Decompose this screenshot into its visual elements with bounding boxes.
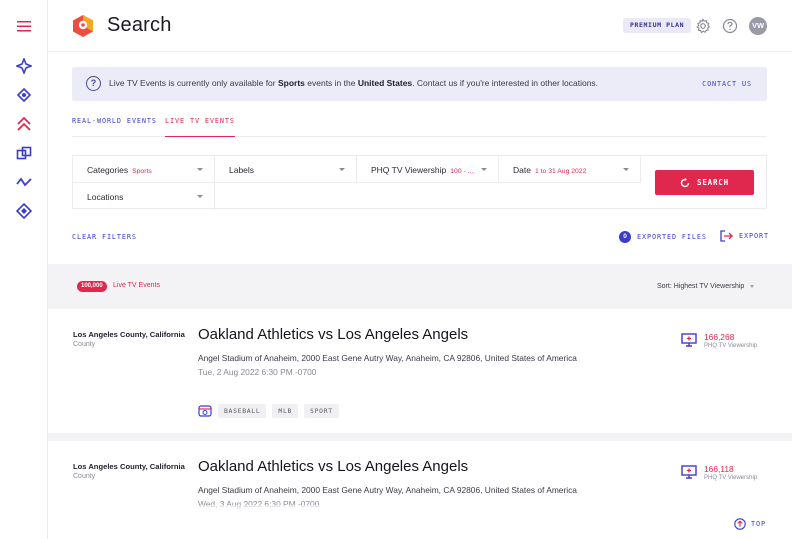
wave-icon[interactable] xyxy=(14,172,34,192)
settings-icon[interactable] xyxy=(695,18,711,34)
layers-icon[interactable] xyxy=(14,143,34,163)
labels-filter-label: Labels xyxy=(229,165,255,175)
export-button[interactable]: EXPORT xyxy=(720,230,769,242)
menu-icon[interactable] xyxy=(14,16,34,36)
labels-filter[interactable]: Labels xyxy=(215,156,357,183)
viewership-filter[interactable]: PHQ TV Viewership 100 - ... xyxy=(357,156,499,183)
result-location: Los Angeles County, California xyxy=(73,462,185,471)
sort-dropdown[interactable]: Sort: Highest TV Viewership xyxy=(657,283,755,290)
sort-label: Sort: Highest TV Viewership xyxy=(657,283,745,290)
avatar[interactable]: VW xyxy=(749,17,767,35)
exported-files-label: EXPORTED FILES xyxy=(637,233,707,241)
bottom-fade xyxy=(48,505,792,539)
app-logo xyxy=(73,15,93,37)
arrow-up-icon xyxy=(734,518,746,530)
filter-panel: Categories Sports Labels PHQ TV Viewershi… xyxy=(72,155,767,210)
export-label: EXPORT xyxy=(739,232,769,240)
back-to-top-label: TOP xyxy=(751,520,766,528)
tab-live-tv-events[interactable]: LIVE TV EVENTS xyxy=(165,117,235,137)
exported-files-link[interactable]: 0 EXPORTED FILES xyxy=(619,231,707,243)
result-tags: BASEBALL MLB SPORT xyxy=(198,404,339,418)
chevron-down-icon xyxy=(481,168,487,171)
results-count-badge: 100,000 xyxy=(77,281,107,292)
contact-us-link[interactable]: CONTACT US xyxy=(702,80,752,88)
page-title: Search xyxy=(107,14,172,36)
back-to-top-button[interactable]: TOP xyxy=(734,518,766,530)
plan-badge: PREMIUM PLAN xyxy=(623,18,692,33)
result-title[interactable]: Oakland Athletics vs Los Angeles Angels xyxy=(198,458,468,475)
result-address: Angel Stadium of Anaheim, 2000 East Gene… xyxy=(198,353,577,363)
tv-icon xyxy=(681,465,697,479)
tag-baseball: BASEBALL xyxy=(218,404,267,418)
search-button-label: SEARCH xyxy=(697,178,729,187)
help-icon[interactable] xyxy=(722,18,738,34)
date-filter-label: Date xyxy=(513,165,531,175)
question-icon: ? xyxy=(86,76,101,91)
date-filter[interactable]: Date 1 to 31 Aug 2022 xyxy=(499,156,641,183)
result-views-label: PHQ TV Viewership xyxy=(704,475,758,481)
result-views-label: PHQ TV Viewership xyxy=(704,343,758,349)
categories-filter-label: Categories xyxy=(87,165,129,175)
chevron-down-icon xyxy=(750,285,755,288)
result-card[interactable]: Los Angeles County, California County Oa… xyxy=(48,309,792,433)
top-header: Search PREMIUM PLAN VW xyxy=(48,0,792,52)
chevron-down-icon xyxy=(623,168,629,171)
result-location-type: County xyxy=(73,473,96,480)
tab-bar: REAL-WORLD EVENTS LIVE TV EVENTS xyxy=(72,112,767,137)
chevrons-up-icon[interactable] xyxy=(14,114,34,134)
viewership-filter-value: 100 - ... xyxy=(450,168,474,175)
tv-icon xyxy=(681,333,697,347)
results-count-label: Live TV Events xyxy=(113,282,160,289)
result-views: 166,118 xyxy=(704,464,734,474)
categories-filter[interactable]: Categories Sports xyxy=(73,156,215,183)
viewership-filter-label: PHQ TV Viewership xyxy=(371,165,447,175)
chevron-down-icon xyxy=(339,168,345,171)
locations-filter-label: Locations xyxy=(87,192,124,202)
diamond-icon[interactable] xyxy=(14,201,34,221)
result-views: 166,268 xyxy=(704,332,735,342)
locations-filter[interactable]: Locations xyxy=(73,183,215,210)
result-title[interactable]: Oakland Athletics vs Los Angeles Angels xyxy=(198,326,468,343)
result-location: Los Angeles County, California xyxy=(73,330,185,339)
compass-icon[interactable] xyxy=(14,56,34,76)
info-banner: ? Live TV Events is currently only avail… xyxy=(72,67,767,101)
categories-filter-value: Sports xyxy=(132,168,152,175)
baseball-icon xyxy=(198,405,212,417)
export-icon xyxy=(720,230,733,242)
refresh-icon xyxy=(680,177,690,187)
clear-filters-link[interactable]: CLEAR FILTERS xyxy=(72,233,137,241)
tag-mlb: MLB xyxy=(272,404,299,418)
result-datetime: Tue, 2 Aug 2022 6:30 PM -0700 xyxy=(198,367,317,377)
location-pin-icon[interactable] xyxy=(14,85,34,105)
search-button[interactable]: SEARCH xyxy=(655,170,754,195)
banner-message: Live TV Events is currently only availab… xyxy=(109,78,599,88)
date-filter-value: 1 to 31 Aug 2022 xyxy=(534,168,587,175)
tag-sport: SPORT xyxy=(304,404,339,418)
exported-count-badge: 0 xyxy=(619,231,631,243)
left-rail xyxy=(0,0,48,539)
result-location-type: County xyxy=(73,341,96,348)
tab-real-world-events[interactable]: REAL-WORLD EVENTS xyxy=(72,117,157,137)
result-address: Angel Stadium of Anaheim, 2000 East Gene… xyxy=(198,485,577,495)
chevron-down-icon xyxy=(197,168,203,171)
chevron-down-icon xyxy=(197,195,203,198)
